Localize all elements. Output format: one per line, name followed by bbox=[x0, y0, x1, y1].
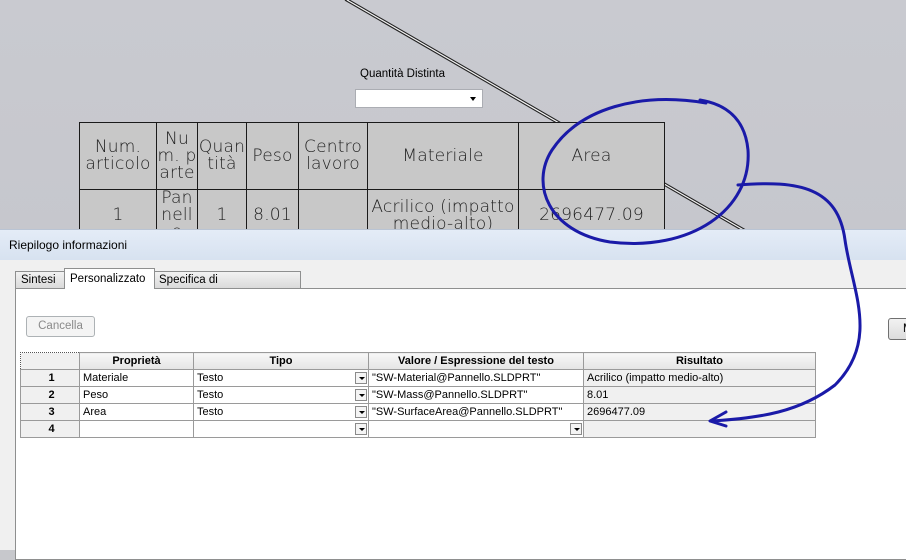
bom-header: Materiale bbox=[367, 122, 519, 190]
row-number[interactable]: 1 bbox=[20, 369, 80, 387]
dialog-title: Riepilogo informazioni bbox=[9, 238, 128, 252]
value-expression-cell[interactable] bbox=[368, 420, 584, 438]
result-cell: 8.01 bbox=[583, 386, 816, 404]
table-row: 3 Area Testo "SW-SurfaceArea@Pannello.SL… bbox=[20, 403, 816, 421]
bom-header: Peso bbox=[246, 122, 299, 190]
dropdown-arrow-icon[interactable] bbox=[570, 423, 582, 435]
bom-header: Area bbox=[518, 122, 665, 190]
chevron-down-icon bbox=[470, 97, 476, 101]
dropdown-arrow-icon[interactable] bbox=[355, 389, 367, 401]
dropdown-arrow-icon[interactable] bbox=[355, 372, 367, 384]
edit-list-button[interactable]: M bbox=[888, 318, 906, 340]
result-cell: 2696477.09 bbox=[583, 403, 816, 421]
value-expression-cell[interactable]: "SW-SurfaceArea@Pannello.SLDPRT" bbox=[368, 403, 584, 421]
property-name-cell[interactable] bbox=[79, 420, 194, 438]
type-cell[interactable]: Testo bbox=[193, 369, 369, 387]
property-name-cell[interactable]: Area bbox=[79, 403, 194, 421]
tab-sintesi[interactable]: Sintesi bbox=[15, 271, 65, 288]
dropdown-arrow-icon[interactable] bbox=[355, 423, 367, 435]
row-number[interactable]: 2 bbox=[20, 386, 80, 404]
type-cell[interactable] bbox=[193, 420, 369, 438]
value-expression-cell[interactable]: "SW-Mass@Pannello.SLDPRT" bbox=[368, 386, 584, 404]
column-header-tipo[interactable]: Tipo bbox=[193, 352, 369, 370]
bom-header: Num. parte bbox=[156, 122, 198, 190]
bom-table: Num. articolo Num. parte Quantità Peso C… bbox=[79, 122, 665, 242]
tab-specifica-configurazione[interactable]: Specifica di configurazione bbox=[153, 271, 301, 302]
bom-quantity-label: Quantità Distinta bbox=[360, 68, 446, 80]
property-name-cell[interactable]: Materiale bbox=[79, 369, 194, 387]
table-row: 2 Peso Testo "SW-Mass@Pannello.SLDPRT" 8… bbox=[20, 386, 816, 404]
bom-quantity-select[interactable] bbox=[355, 89, 483, 108]
bom-header: Num. articolo bbox=[79, 122, 157, 190]
column-header-risultato[interactable]: Risultato bbox=[583, 352, 816, 370]
type-cell[interactable]: Testo bbox=[193, 403, 369, 421]
grid-corner[interactable] bbox=[20, 352, 80, 370]
properties-grid: Proprietà Tipo Valore / Espressione del … bbox=[20, 352, 816, 438]
row-number[interactable]: 4 bbox=[20, 420, 80, 438]
property-name-cell[interactable]: Peso bbox=[79, 386, 194, 404]
type-cell[interactable]: Testo bbox=[193, 386, 369, 404]
table-row: 4 bbox=[20, 420, 816, 438]
bom-header: Centro lavoro bbox=[298, 122, 368, 190]
cancel-button[interactable]: Cancella bbox=[26, 316, 95, 337]
dialog-title-bar[interactable]: Riepilogo informazioni bbox=[0, 230, 906, 260]
dropdown-arrow-icon[interactable] bbox=[355, 406, 367, 418]
row-number[interactable]: 3 bbox=[20, 403, 80, 421]
result-cell bbox=[583, 420, 816, 438]
tab-personalizzato[interactable]: Personalizzato bbox=[64, 268, 155, 289]
column-header-proprieta[interactable]: Proprietà bbox=[79, 352, 194, 370]
result-cell: Acrilico (impatto medio-alto) bbox=[583, 369, 816, 387]
value-expression-cell[interactable]: "SW-Material@Pannello.SLDPRT" bbox=[368, 369, 584, 387]
table-row: 1 Materiale Testo "SW-Material@Pannello.… bbox=[20, 369, 816, 387]
column-header-valore[interactable]: Valore / Espressione del testo bbox=[368, 352, 584, 370]
bom-header: Quantità bbox=[197, 122, 247, 190]
